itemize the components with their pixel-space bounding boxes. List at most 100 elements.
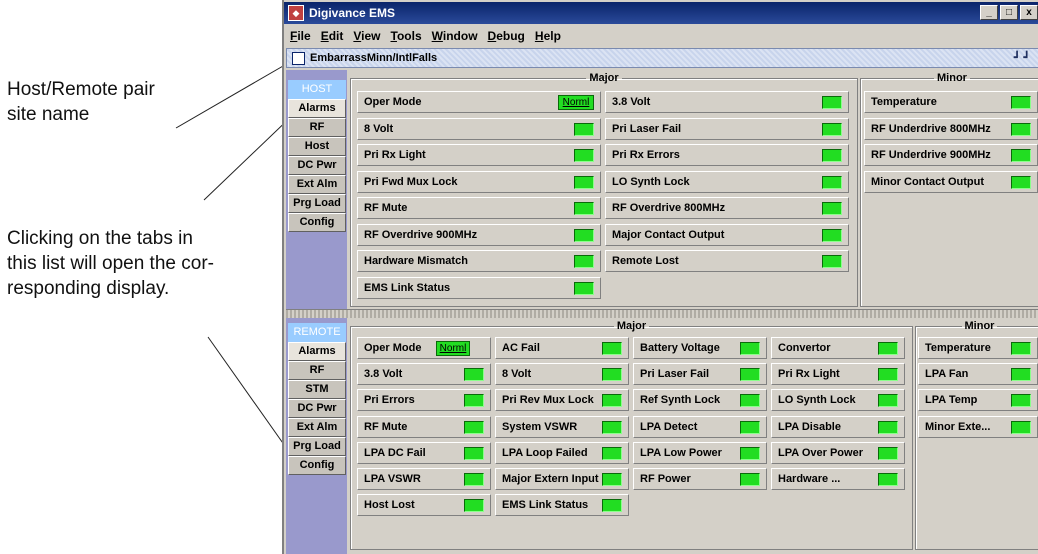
tab-remote-prg-load[interactable]: Prg Load [288, 437, 346, 456]
remote-alarm-label: Battery Voltage [640, 342, 720, 354]
host-alarm-cell: LO Synth Lock [605, 170, 849, 193]
status-led-icon [574, 149, 594, 162]
remote-alarm-cell: LO Synth Lock [771, 389, 905, 412]
remote-alarm-cell: LPA Detect [633, 415, 767, 438]
tab-remote-ext-alm[interactable]: Ext Alm [288, 418, 346, 437]
remote-alarm-cell: LPA Temp [918, 389, 1038, 412]
menu-help[interactable]: Help [535, 29, 561, 43]
remote-alarm-label: LPA Temp [925, 394, 978, 407]
remote-alarm-cell: Hardware ... [771, 468, 905, 490]
remote-alarm-label: Hardware ... [778, 473, 841, 485]
status-led-icon [602, 499, 622, 513]
status-led-icon [464, 420, 484, 434]
host-alarm-cell: Pri Laser Fail [605, 117, 849, 140]
status-led-icon [574, 281, 594, 295]
host-alarm-label: Pri Fwd Mux Lock [364, 175, 458, 188]
remote-alarm-cell: Minor Exte... [918, 415, 1038, 438]
remote-alarm-label: Major Extern Input [502, 473, 599, 485]
host-alarm-label: 8 Volt [364, 122, 394, 135]
tab-host-prg-load[interactable]: Prg Load [288, 194, 346, 213]
remote-alarm-label: LPA Over Power [778, 446, 863, 459]
frame-resize-icon[interactable]: ┛┛ [1014, 51, 1033, 64]
host-alarm-cell: Remote Lost [605, 250, 849, 272]
remote-alarm-cell: Pri Errors [357, 389, 491, 412]
menu-window[interactable]: Window [432, 29, 478, 43]
tab-host-rf[interactable]: RF [288, 118, 346, 137]
host-alarm-label: Temperature [871, 96, 937, 108]
menu-file[interactable]: File [290, 29, 311, 43]
internal-frame-title[interactable]: EmbarrassMinn/IntlFalls ┛┛ [286, 48, 1038, 68]
annotation-host-remote: Host/Remote pair site name [7, 79, 155, 125]
status-led-icon [464, 394, 484, 408]
tab-host-config[interactable]: Config [288, 213, 346, 232]
remote-oper-mode-status[interactable]: Norml [436, 341, 470, 356]
host-alarm-cell: EMS Link Status [357, 276, 601, 299]
status-led-icon [822, 122, 842, 136]
minimize-button[interactable]: _ [980, 5, 998, 20]
menu-debug[interactable]: Debug [488, 29, 525, 43]
close-button[interactable]: x [1020, 5, 1038, 20]
remote-alarm-cell: Pri Laser Fail [633, 363, 767, 386]
status-led-icon [822, 202, 842, 215]
status-led-icon [574, 228, 594, 242]
status-led-icon [602, 394, 622, 408]
remote-alarm-label: RF Mute [364, 420, 408, 433]
status-led-icon [740, 420, 760, 434]
maximize-button[interactable]: □ [1000, 5, 1018, 20]
host-oper-mode-status[interactable]: Norml [558, 95, 594, 110]
tab-remote-header[interactable]: REMOTE [288, 323, 346, 342]
host-alarm-cell: Minor Contact Output [864, 170, 1038, 193]
status-led-icon [822, 255, 842, 268]
window-title: Digivance EMS [309, 6, 396, 20]
app-icon: ◆ [288, 5, 304, 21]
tab-remote-dc-pwr[interactable]: DC Pwr [288, 399, 346, 418]
menu-edit[interactable]: Edit [321, 29, 344, 43]
remote-alarm-label: Pri Rx Light [778, 368, 840, 381]
host-alarm-label: RF Overdrive 900MHz [364, 228, 478, 241]
remote-alarm-label: LPA DC Fail [364, 446, 426, 459]
tab-host-dc-pwr[interactable]: DC Pwr [288, 156, 346, 175]
host-alarm-label: Remote Lost [612, 255, 679, 267]
remote-alarm-cell: Pri Rev Mux Lock [495, 389, 629, 412]
host-alarm-cell: RF Overdrive 800MHz [605, 197, 849, 219]
remote-alarm-cell: Battery Voltage [633, 337, 767, 359]
status-led-icon [1011, 175, 1031, 189]
status-led-icon [878, 368, 898, 382]
title-bar[interactable]: ◆ Digivance EMS _ □ x [284, 2, 1038, 24]
remote-alarm-label: LPA Fan [925, 368, 969, 381]
tab-remote-alarms[interactable]: Alarms [288, 342, 346, 361]
tab-remote-config[interactable]: Config [288, 456, 346, 475]
remote-alarm-cell: Major Extern Input [495, 468, 629, 490]
status-led-icon [1011, 122, 1031, 136]
tab-host-ext-alm[interactable]: Ext Alm [288, 175, 346, 194]
remote-alarm-label: LPA VSWR [364, 473, 421, 485]
status-led-icon [574, 255, 594, 268]
host-alarm-label: RF Overdrive 800MHz [612, 202, 726, 214]
host-alarm-cell: RF Underdrive 900MHz [864, 144, 1038, 166]
host-alarm-label: Pri Rx Errors [612, 149, 680, 161]
remote-alarm-cell: LPA Disable [771, 415, 905, 438]
tab-remote-rf[interactable]: RF [288, 361, 346, 380]
host-major-label: Major [589, 72, 619, 84]
host-alarm-label: 3.8 Volt [612, 96, 651, 108]
tab-host-host[interactable]: Host [288, 137, 346, 156]
tab-remote-stm[interactable]: STM [288, 380, 346, 399]
host-alarm-label: Pri Rx Light [364, 149, 426, 161]
remote-alarm-label: Temperature [925, 342, 991, 354]
status-led-icon [878, 420, 898, 434]
site-name: EmbarrassMinn/IntlFalls [310, 52, 438, 64]
status-led-icon [740, 473, 760, 486]
menu-view[interactable]: View [353, 29, 380, 43]
tab-host-alarms[interactable]: Alarms [288, 99, 346, 118]
host-alarm-label: LO Synth Lock [612, 175, 690, 188]
remote-alarm-label: Minor Exte... [925, 420, 991, 433]
remote-alarm-cell: Pri Rx Light [771, 363, 905, 386]
status-led-icon [740, 394, 760, 408]
menu-tools[interactable]: Tools [391, 29, 422, 43]
status-led-icon [1011, 368, 1031, 382]
host-alarm-label: RF Mute [364, 202, 408, 214]
remote-alarm-cell: Host Lost [357, 494, 491, 517]
tab-host-header[interactable]: HOST [288, 80, 346, 99]
status-led-icon [878, 446, 898, 460]
remote-alarm-cell: EMS Link Status [495, 494, 629, 517]
